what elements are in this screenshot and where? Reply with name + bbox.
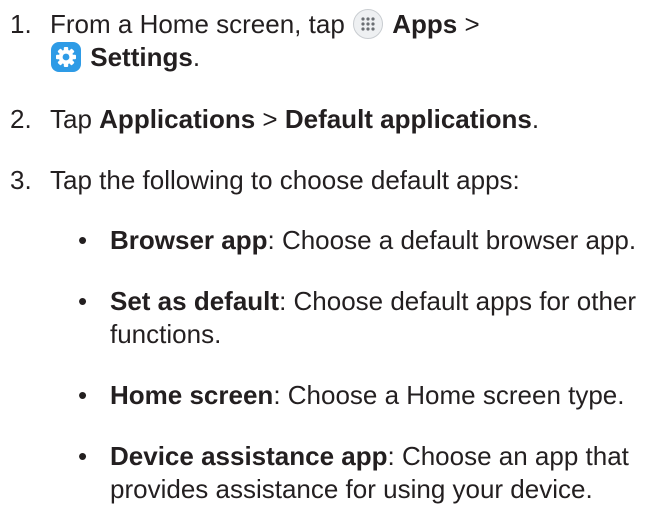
step-text: Tap the following to choose default apps…: [50, 165, 520, 195]
gear-icon: [51, 42, 81, 72]
bullet-marker: •: [78, 441, 88, 471]
bullet-term: Set as default: [110, 286, 280, 316]
apps-label: Apps: [392, 9, 458, 39]
separator: >: [464, 9, 480, 39]
bullet-marker: •: [78, 380, 88, 410]
step-text: From a Home screen, tap Apps > Settings.: [50, 8, 665, 74]
bullet-marker: •: [78, 225, 88, 255]
bullet-marker: •: [78, 286, 88, 316]
apps-grid-icon: [353, 9, 384, 39]
bullet-term: Device assistance app: [110, 441, 388, 471]
period: .: [192, 42, 201, 72]
step-number: 3.: [10, 165, 32, 195]
separator: >: [262, 104, 278, 134]
settings-label: Settings: [90, 42, 193, 72]
applications-label: Applications: [99, 104, 256, 134]
step-number: 2.: [10, 104, 32, 134]
bullet-description: : Choose a Home screen type.: [273, 380, 625, 410]
step-number: 1.: [10, 9, 32, 39]
step-1-intro: From a Home screen, tap: [50, 9, 345, 39]
bullet-term: Home screen: [110, 380, 274, 410]
instructions-document: 1. From a Home screen, tap Apps > Settin…: [0, 0, 668, 504]
step-text: Tap Applications > Default applications.: [50, 103, 665, 136]
bullet-term: Browser app: [110, 225, 268, 255]
step-2-intro: Tap: [50, 104, 92, 134]
period: .: [531, 104, 540, 134]
bullet-description: : Choose a default browser app.: [267, 225, 637, 255]
default-applications-label: Default applications: [284, 104, 532, 134]
